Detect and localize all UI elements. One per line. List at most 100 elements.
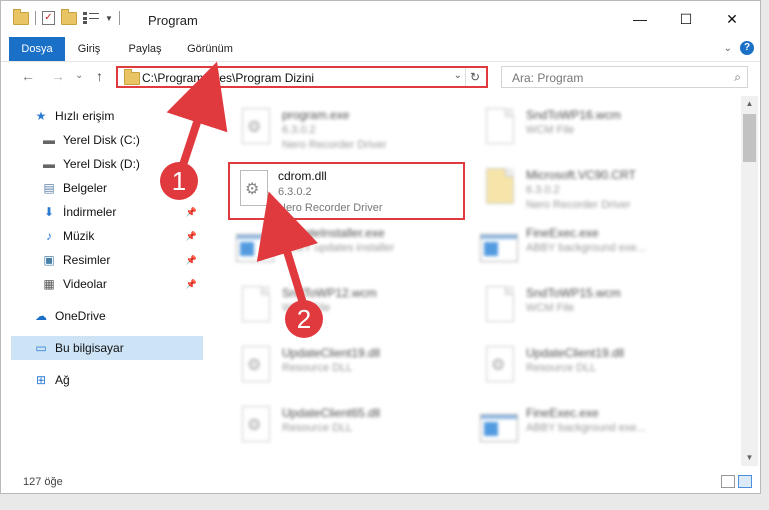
gear-file-icon: ⚙ [242, 406, 270, 442]
sidebar-item-downloads[interactable]: ⬇ İndirmeler 📌 [41, 200, 203, 224]
sidebar-item-network[interactable]: ⊞ Ağ [33, 368, 203, 392]
recent-locations-button[interactable]: ⌄ [75, 70, 83, 81]
network-icon: ⊞ [35, 373, 47, 387]
file-list: ⚙ program.exe 6.3.0.2 Nero Recorder Driv… [206, 96, 741, 466]
sidebar-item-label: Yerel Disk (D:) [63, 157, 140, 171]
star-icon: ★ [35, 109, 47, 123]
file-name: FineExec.exe [526, 226, 599, 240]
item-count: 127 öğe [23, 476, 63, 488]
step-marker-2: 2 [285, 300, 323, 338]
file-item[interactable]: SndToWP15.wcm WCM File [478, 280, 723, 334]
sidebar-item-label: Müzik [63, 229, 95, 243]
maximize-button[interactable]: ☐ [663, 8, 709, 30]
scrollbar-thumb[interactable] [743, 114, 756, 162]
videos-icon: ▦ [43, 277, 55, 291]
address-dropdown-icon[interactable]: ⌄ [454, 70, 462, 81]
scroll-down-icon[interactable]: ▼ [741, 450, 758, 466]
minimize-button[interactable]: — [617, 8, 663, 30]
music-icon: ♪ [46, 229, 52, 243]
new-folder-icon[interactable] [61, 8, 77, 25]
properties-check-icon[interactable]: ✓ [42, 11, 55, 25]
title-bar: ✓ ▼ Program — ☐ ✕ [1, 1, 760, 37]
sidebar-item-this-pc[interactable]: ▭ Bu bilgisayar [11, 336, 203, 360]
sidebar-item-quick-access[interactable]: ★ Hızlı erişim [33, 104, 203, 128]
up-button[interactable]: ↑ [96, 68, 103, 84]
drive-icon: ▬ [43, 133, 55, 147]
forward-button[interactable]: → [51, 68, 65, 84]
file-description: ABBY updates installer [282, 242, 395, 254]
search-icon[interactable]: ⌕ [734, 70, 741, 85]
address-path[interactable]: C:\Program Files\Program Dizini [142, 71, 314, 85]
pin-icon[interactable]: 📌 [186, 255, 197, 266]
file-name: SndToWP15.wcm [526, 286, 621, 300]
toolbar-separator [35, 11, 36, 25]
back-button[interactable]: ← [21, 68, 35, 84]
view-properties-icon[interactable] [83, 12, 99, 24]
help-icon[interactable]: ? [740, 41, 754, 55]
explorer-window: ✓ ▼ Program — ☐ ✕ Dosya Giriş Paylaş Gör… [0, 0, 761, 494]
file-item[interactable]: Microsoft.VC90.CRT 6.3.0.2 Nero Recorder… [478, 162, 723, 216]
search-input[interactable]: Ara: Program ⌕ [501, 66, 748, 88]
sidebar-item-label: İndirmeler [63, 205, 117, 219]
tiles-view-icon[interactable] [738, 475, 752, 488]
pin-icon[interactable]: 📌 [186, 207, 197, 218]
file-name: Microsoft.VC90.CRT [526, 168, 636, 182]
file-item[interactable]: SndToWP12.wcm WCM File [234, 280, 479, 334]
sidebar-item-onedrive[interactable]: ☁ OneDrive [33, 304, 203, 328]
sidebar-item-pictures[interactable]: ▣ Resimler 📌 [41, 248, 203, 272]
customize-toolbar-icon[interactable]: ▼ [105, 14, 113, 23]
documents-icon: ▤ [43, 181, 55, 195]
file-item[interactable]: ⚙ program.exe 6.3.0.2 Nero Recorder Driv… [234, 102, 479, 156]
file-item[interactable]: ⚙ UpdateClient19.dll Resource DLL [478, 340, 723, 394]
file-version: 6.3.0.2 [282, 124, 316, 136]
file-item-cdrom-dll[interactable]: ⚙ cdrom.dll 6.3.0.2 Nero Recorder Driver [228, 162, 465, 220]
file-item[interactable]: ⚙ UpdateClient65.dll Resource DLL [234, 400, 479, 454]
window-title: Program [148, 13, 198, 28]
ribbon-tabs: Dosya Giriş Paylaş Görünüm ⌄ ? [1, 37, 760, 62]
file-item[interactable]: ⚙ UpdateClient19.dll Resource DLL [234, 340, 479, 394]
application-icon [236, 234, 274, 262]
details-view-icon[interactable] [721, 475, 735, 488]
tab-paylas[interactable]: Paylaş [121, 37, 169, 61]
file-name: SndToWP12.wcm [282, 286, 377, 300]
file-item[interactable]: FineExec.exe ABBY background exe... [478, 400, 723, 454]
file-name: UpdateClient19.dll [526, 346, 625, 360]
tab-giris[interactable]: Giriş [69, 37, 109, 61]
close-button[interactable]: ✕ [709, 8, 755, 30]
sidebar-item-label: Resimler [63, 253, 111, 267]
application-icon [480, 414, 518, 442]
sidebar-item-disk-c[interactable]: ▬ Yerel Disk (C:) [41, 128, 203, 152]
file-item[interactable]: UpdateInstaller.exe ABBY updates install… [234, 220, 479, 274]
file-description: WCM File [526, 124, 575, 136]
application-icon [480, 234, 518, 262]
file-description: ABBY background exe... [526, 242, 646, 254]
folder-icon[interactable] [13, 8, 29, 25]
file-version: 6.3.0.2 [526, 184, 560, 196]
pin-icon[interactable]: 📌 [186, 279, 197, 290]
file-description: Resource DLL [282, 422, 353, 434]
sidebar-item-videos[interactable]: ▦ Videolar 📌 [41, 272, 203, 296]
address-bar[interactable]: C:\Program Files\Program Dizini ⌄ ↻ [116, 66, 488, 88]
status-bar: 127 öğe [1, 471, 760, 493]
expand-ribbon-icon[interactable]: ⌄ [724, 43, 732, 54]
document-icon [242, 286, 270, 322]
navigation-bar: ← → ⌄ ↑ C:\Program Files\Program Dizini … [1, 62, 760, 94]
file-item[interactable]: FineExec.exe ABBY background exe... [478, 220, 723, 274]
tab-gorunum[interactable]: Görünüm [178, 37, 242, 61]
gear-file-icon: ⚙ [242, 108, 270, 144]
download-icon: ⬇ [43, 205, 55, 219]
sidebar-item-label: OneDrive [55, 309, 106, 323]
gear-file-icon: ⚙ [240, 170, 268, 206]
file-description: WCM File [526, 302, 575, 314]
refresh-icon[interactable]: ↻ [465, 68, 484, 86]
pin-icon[interactable]: 📌 [186, 231, 197, 242]
sidebar-item-music[interactable]: ♪ Müzik 📌 [41, 224, 203, 248]
sidebar-item-label: Ağ [55, 373, 70, 387]
file-name: UpdateClient65.dll [282, 406, 381, 420]
drive-icon: ▬ [43, 157, 55, 171]
scroll-up-icon[interactable]: ▲ [741, 96, 758, 112]
file-item[interactable]: SndToWP16.wcm WCM File [478, 102, 723, 156]
vertical-scrollbar[interactable]: ▲ ▼ [741, 96, 758, 466]
quick-access-toolbar: ✓ ▼ [13, 8, 120, 25]
tab-dosya[interactable]: Dosya [9, 37, 65, 61]
